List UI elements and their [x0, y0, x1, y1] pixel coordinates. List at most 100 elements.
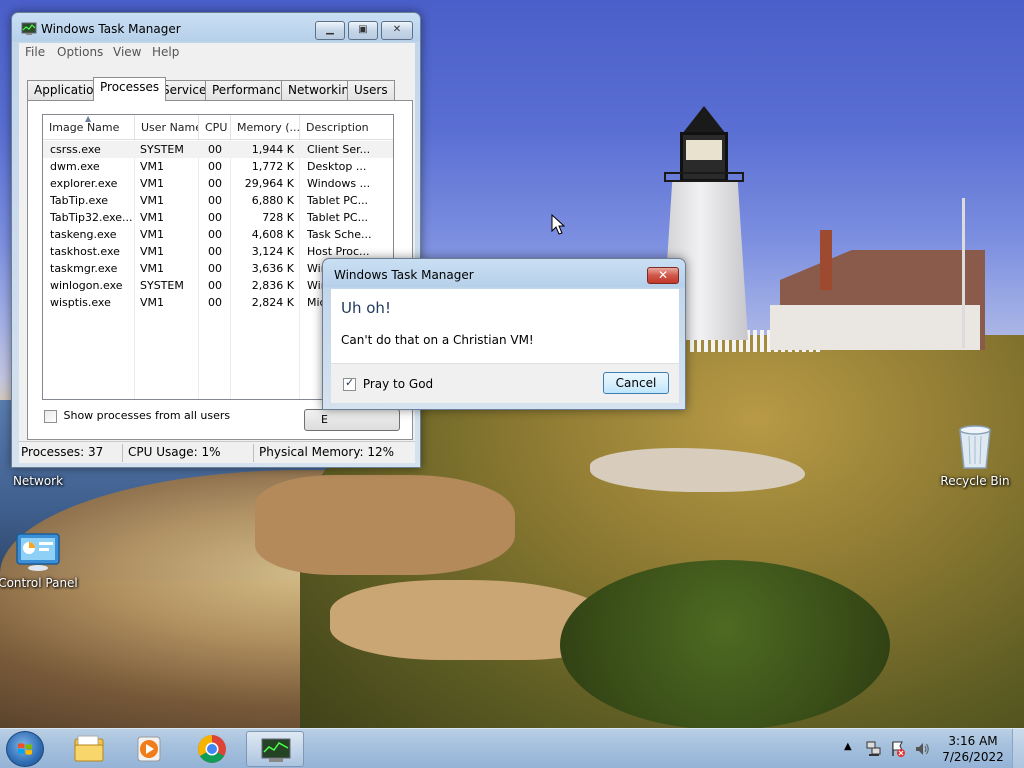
status-memory: Physical Memory: 12%: [259, 445, 395, 459]
clock-time: 3:16 AM: [948, 734, 998, 748]
maximize-icon: ▣: [358, 24, 368, 35]
memory-cell: 6,880 K: [251, 194, 294, 207]
pray-checkbox[interactable]: Pray to God: [343, 376, 433, 391]
checkbox-checked[interactable]: [343, 376, 356, 391]
desktop-icon-label: Recycle Bin: [940, 474, 1010, 488]
desktop-icon-recycle-bin[interactable]: Recycle Bin: [935, 424, 1015, 488]
description-cell: Windows ...: [307, 177, 371, 190]
dialog-heading: Uh oh!: [341, 299, 391, 317]
table-row[interactable]: dwm.exe VM1 00 1,772 K Desktop ...: [43, 158, 393, 175]
column-user-name[interactable]: User Name: [135, 115, 199, 140]
table-row[interactable]: taskeng.exe VM1 00 4,608 K Task Sche...: [43, 226, 393, 243]
taskbar-explorer[interactable]: [60, 731, 118, 767]
menu-help[interactable]: Help: [152, 45, 179, 59]
dialog-close-button[interactable]: ✕: [647, 267, 679, 284]
description-cell: Task Sche...: [307, 228, 372, 241]
cpu-cell: 00: [208, 160, 222, 173]
process-list-header: Image Name User Name CPU Memory (... Des…: [43, 114, 393, 140]
wallpaper-lighthouse-glow: [686, 140, 722, 160]
dialog-title-bar[interactable]: Windows Task Manager ✕: [323, 259, 685, 289]
tab-users[interactable]: Users: [347, 80, 395, 100]
title-bar[interactable]: Windows Task Manager ▁ ▣ ✕: [12, 13, 420, 43]
user-name-cell: VM1: [140, 262, 165, 275]
show-all-users-checkbox[interactable]: Show processes from all users: [44, 409, 230, 423]
network-tray-icon[interactable]: [866, 740, 882, 768]
description-cell: Tablet PC...: [307, 211, 369, 224]
dialog-message: Can't do that on a Christian VM!: [341, 333, 534, 347]
show-all-users-label: Show processes from all users: [63, 409, 231, 422]
table-row[interactable]: TabTip32.exe... VM1 00 728 K Tablet PC...: [43, 209, 393, 226]
minimize-button[interactable]: ▁: [315, 21, 345, 40]
user-name-cell: VM1: [140, 245, 165, 258]
taskbar-task-manager[interactable]: [246, 731, 304, 767]
cancel-button[interactable]: Cancel: [603, 372, 669, 394]
column-cpu[interactable]: CPU: [199, 115, 231, 140]
tab-processes[interactable]: Processes: [93, 77, 167, 101]
desktop-icon-control-panel[interactable]: Control Panel: [0, 532, 78, 590]
image-name-cell: explorer.exe: [50, 177, 118, 190]
table-row[interactable]: csrss.exe SYSTEM 00 1,944 K Client Ser...: [43, 141, 393, 158]
table-row[interactable]: TabTip.exe VM1 00 6,880 K Tablet PC...: [43, 192, 393, 209]
menu-view[interactable]: View: [113, 45, 141, 59]
maximize-button[interactable]: ▣: [348, 21, 378, 40]
image-name-cell: wisptis.exe: [50, 296, 111, 309]
volume-icon[interactable]: [914, 740, 930, 768]
clock[interactable]: 3:16 AM 7/26/2022: [940, 733, 1006, 765]
memory-cell: 1,944 K: [251, 143, 294, 156]
control-panel-icon: [15, 532, 61, 572]
clock-date: 7/26/2022: [942, 750, 1004, 764]
dialog-title: Windows Task Manager: [334, 268, 474, 282]
image-name-cell: csrss.exe: [50, 143, 101, 156]
wallpaper-house: [770, 305, 980, 350]
table-row[interactable]: explorer.exe VM1 00 29,964 K Windows ...: [43, 175, 393, 192]
action-center-flag-icon[interactable]: [890, 740, 906, 768]
status-cpu: CPU Usage: 1%: [128, 445, 221, 459]
wallpaper-flagpole: [962, 198, 965, 348]
show-desktop-button[interactable]: [1012, 729, 1024, 768]
show-hidden-icons-chevron-icon[interactable]: ▲: [844, 741, 852, 768]
cpu-cell: 00: [208, 211, 222, 224]
cpu-cell: 00: [208, 228, 222, 241]
user-name-cell: VM1: [140, 194, 165, 207]
close-button[interactable]: ✕: [381, 21, 413, 40]
user-name-cell: VM1: [140, 177, 165, 190]
taskbar-media-player[interactable]: [120, 731, 178, 767]
user-name-cell: SYSTEM: [140, 279, 184, 292]
image-name-cell: TabTip32.exe...: [50, 211, 133, 224]
taskbar-chrome[interactable]: [183, 731, 241, 767]
close-icon: ✕: [657, 268, 669, 282]
column-memory[interactable]: Memory (...: [231, 115, 300, 140]
image-name-cell: dwm.exe: [50, 160, 100, 173]
desktop-icon-network[interactable]: Network: [0, 474, 78, 488]
sort-ascending-icon: ▲: [85, 114, 92, 123]
memory-cell: 29,964 K: [244, 177, 294, 190]
dialog-content: Uh oh! Can't do that on a Christian VM!: [331, 289, 679, 363]
chrome-icon: [198, 735, 226, 763]
checkbox-box[interactable]: [44, 409, 57, 423]
error-dialog[interactable]: Windows Task Manager ✕ Uh oh! Can't do t…: [322, 258, 686, 410]
status-bar: Processes: 37 CPU Usage: 1% Physical Mem…: [19, 441, 415, 463]
task-manager-icon: [261, 738, 291, 762]
task-manager-icon: [21, 21, 37, 40]
status-processes: Processes: 37: [21, 445, 104, 459]
explorer-icon: [74, 735, 104, 762]
column-description[interactable]: Description: [300, 115, 393, 140]
wallpaper-lighthouse-roof: [682, 106, 726, 134]
memory-cell: 728 K: [262, 211, 294, 224]
menu-file[interactable]: File: [25, 45, 45, 59]
memory-cell: 2,836 K: [251, 279, 294, 292]
user-name-cell: SYSTEM: [140, 143, 184, 156]
end-process-button[interactable]: E: [304, 409, 400, 431]
minimize-icon: ▁: [326, 24, 334, 35]
image-name-cell: taskhost.exe: [50, 245, 120, 258]
menu-options[interactable]: Options: [57, 45, 103, 59]
description-cell: Desktop ...: [307, 160, 367, 173]
desktop-icon-label: Control Panel: [0, 576, 78, 590]
start-button[interactable]: [6, 731, 44, 767]
image-name-cell: TabTip.exe: [50, 194, 109, 207]
cpu-cell: 00: [208, 194, 222, 207]
dialog-footer: Pray to God Cancel: [331, 363, 679, 403]
user-name-cell: VM1: [140, 228, 165, 241]
window-title: Windows Task Manager: [41, 22, 181, 36]
memory-cell: 2,824 K: [251, 296, 294, 309]
